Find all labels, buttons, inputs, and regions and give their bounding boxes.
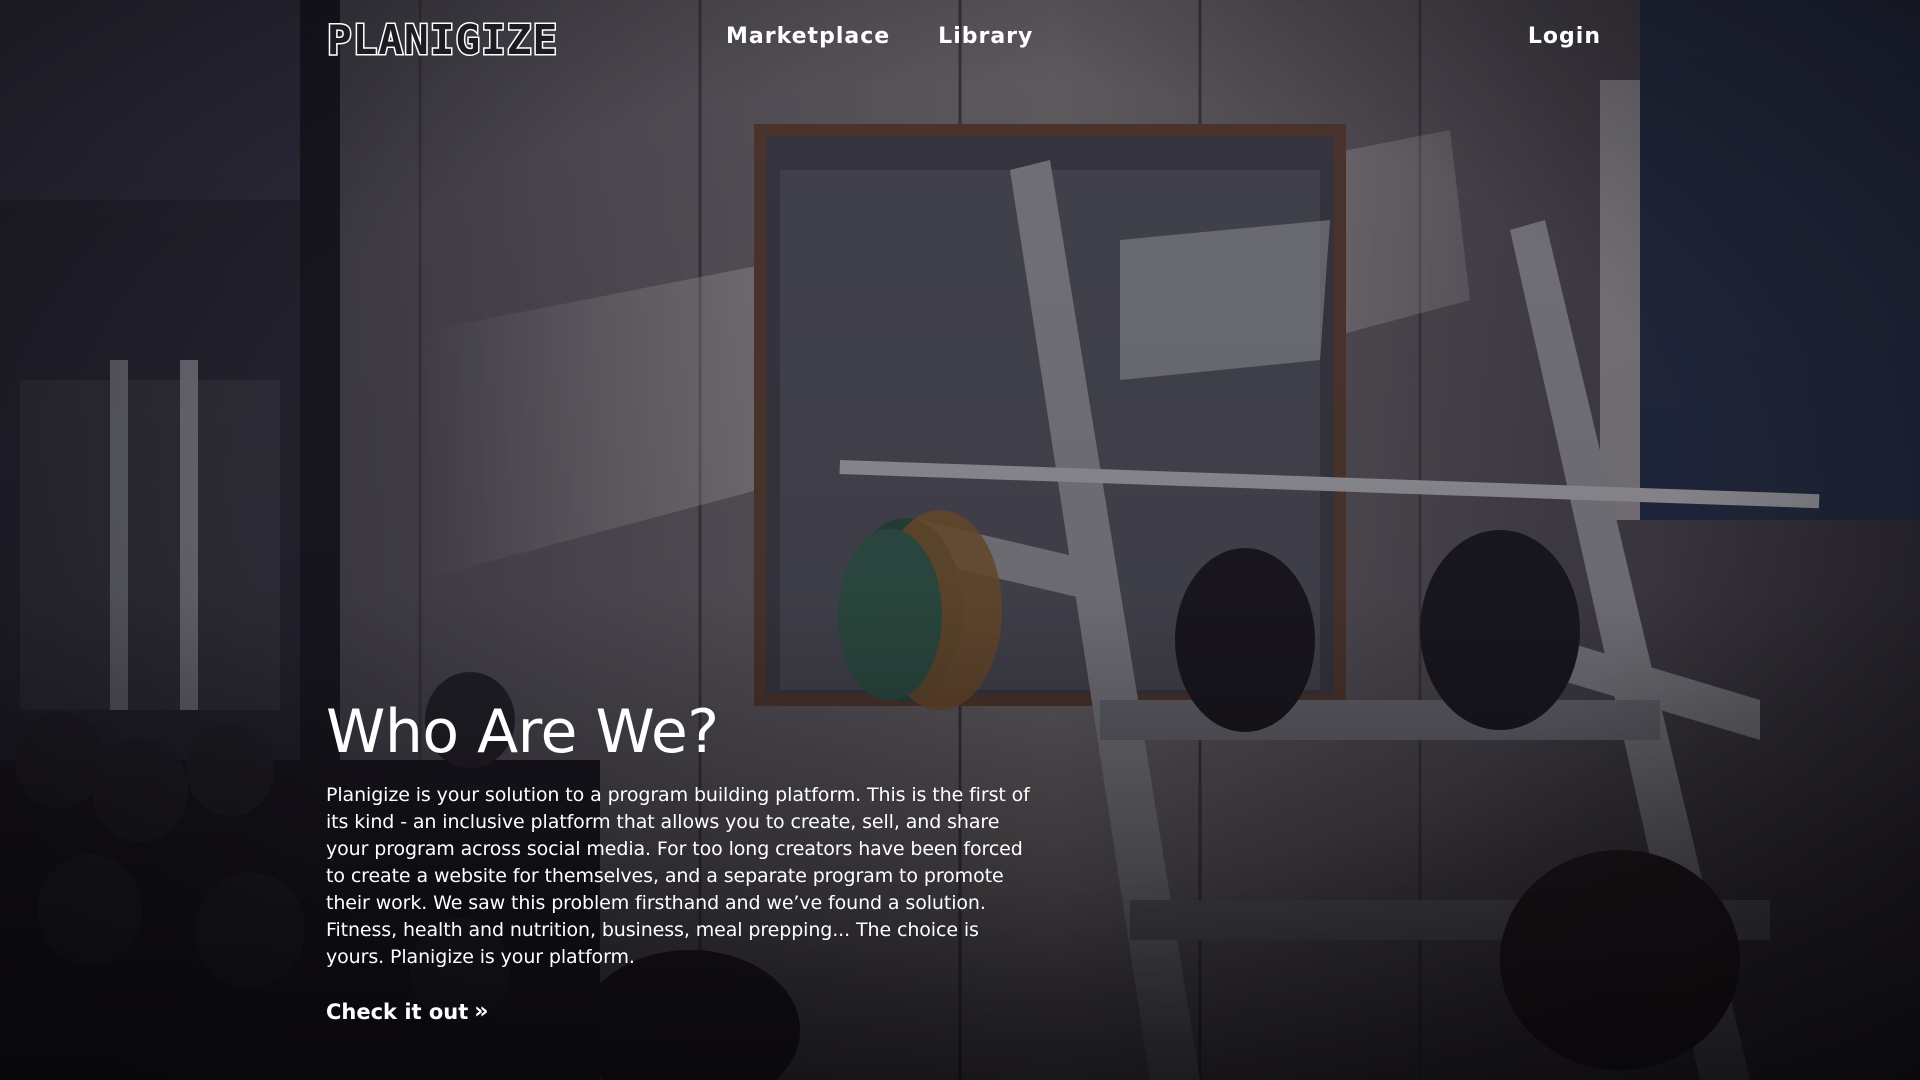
hero-description: Planigize is your solution to a program … bbox=[326, 784, 1030, 968]
nav-marketplace-link[interactable]: Marketplace bbox=[726, 24, 890, 49]
nav-library-link[interactable]: Library bbox=[938, 24, 1033, 49]
hero-section: Who Are We? Planigize is your solution t… bbox=[326, 690, 1046, 1024]
hero-title: Who Are We? bbox=[326, 697, 719, 767]
cta-label: Check it out bbox=[326, 999, 469, 1024]
check-it-out-link[interactable]: Check it out ›› bbox=[326, 999, 488, 1024]
double-chevron-right-icon: ›› bbox=[474, 999, 488, 1024]
login-link[interactable]: Login bbox=[1528, 24, 1601, 49]
main-nav: Marketplace Library bbox=[726, 24, 1033, 49]
brand-logo[interactable]: PLANIGIZE bbox=[325, 15, 558, 66]
